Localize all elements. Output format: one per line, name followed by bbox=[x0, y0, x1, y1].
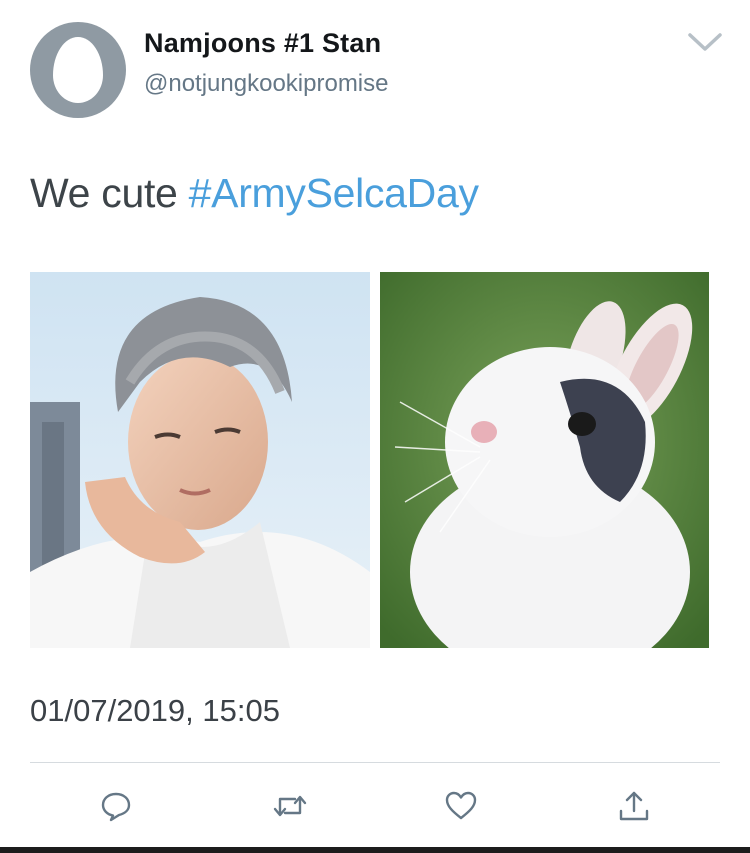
display-name[interactable]: Namjoons #1 Stan bbox=[144, 28, 381, 59]
tweet-timestamp: 01/07/2019, 15:05 bbox=[30, 693, 280, 728]
user-handle[interactable]: @notjungkookipromise bbox=[144, 70, 389, 98]
tweet-text: We cute #ArmySelcaDay bbox=[30, 170, 479, 217]
bottom-edge bbox=[0, 847, 750, 853]
share-button[interactable] bbox=[614, 786, 654, 826]
media-photo-rabbit[interactable] bbox=[380, 272, 709, 648]
share-icon bbox=[619, 791, 649, 821]
avatar[interactable] bbox=[30, 22, 126, 118]
heart-icon bbox=[445, 791, 477, 820]
divider bbox=[30, 762, 720, 763]
retweet-button[interactable] bbox=[270, 786, 310, 826]
like-button[interactable] bbox=[441, 786, 481, 826]
default-egg-icon bbox=[53, 37, 103, 103]
reply-icon bbox=[101, 792, 131, 822]
reply-button[interactable] bbox=[96, 786, 136, 826]
retweet-icon bbox=[273, 795, 307, 817]
tweet-text-body: We cute bbox=[30, 170, 189, 216]
media-photo-portrait[interactable] bbox=[30, 272, 370, 648]
hashtag-link[interactable]: #ArmySelcaDay bbox=[189, 170, 479, 216]
chevron-down-icon[interactable] bbox=[686, 30, 724, 54]
